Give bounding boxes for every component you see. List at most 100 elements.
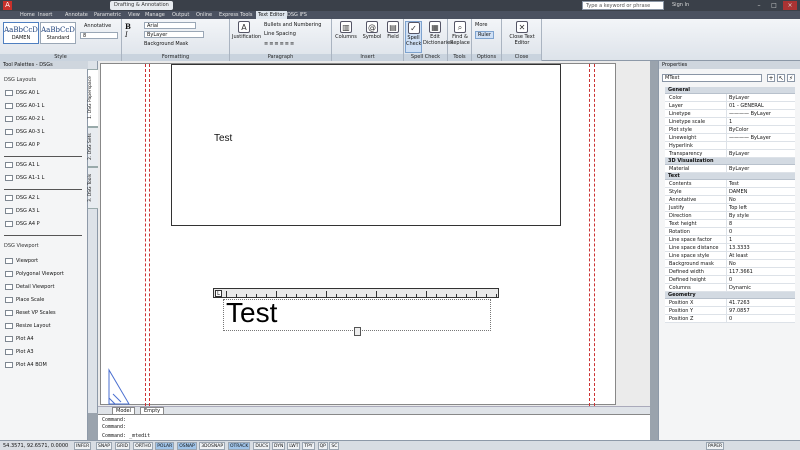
status-toggle-otrack[interactable]: OTRACK: [228, 442, 251, 450]
object-type-select[interactable]: MText: [662, 74, 762, 82]
field-button[interactable]: ▤ Field: [384, 21, 402, 53]
property-row[interactable]: Rotation 0: [665, 228, 795, 236]
palette-item[interactable]: Resize Layout: [5, 323, 51, 329]
resize-handle[interactable]: [354, 327, 361, 336]
menu-view[interactable]: View: [128, 11, 140, 19]
background-mask-button[interactable]: Background Mask: [144, 41, 188, 47]
tab-dsg-paperspace[interactable]: 1. DSG Paperspace: [88, 69, 98, 127]
palette-item[interactable]: DSG A0-1 L: [5, 103, 44, 109]
menu-online[interactable]: Online: [196, 11, 212, 19]
property-value[interactable]: 0: [727, 228, 795, 235]
property-row[interactable]: Layer 01 - GENERAL: [665, 102, 795, 110]
property-value[interactable]: DAMEN: [727, 188, 795, 195]
more-button[interactable]: More: [475, 22, 487, 28]
property-value[interactable]: 0: [727, 276, 795, 283]
color-select[interactable]: ByLayer: [144, 31, 204, 38]
status-toggle-lwt[interactable]: LWT: [287, 442, 301, 450]
symbol-button[interactable]: @ Symbol: [360, 21, 384, 53]
property-value[interactable]: No: [727, 196, 795, 203]
property-value[interactable]: ByColor: [727, 126, 795, 133]
line-spacing-button[interactable]: Line Spacing: [264, 31, 296, 37]
property-row[interactable]: Text height 8: [665, 220, 795, 228]
justification-button[interactable]: A Justification: [232, 21, 261, 53]
command-line[interactable]: Command: Command: Command: _mtedit: [98, 414, 650, 440]
palette-item[interactable]: Place Scale: [5, 297, 44, 303]
menu-text-editor[interactable]: Text Editor: [256, 11, 287, 19]
property-row[interactable]: Transparency ByLayer: [665, 150, 795, 158]
palette-item[interactable]: DSG A0-3 L: [5, 129, 44, 135]
property-value[interactable]: ByLayer: [727, 150, 795, 157]
italic-button[interactable]: I: [125, 31, 128, 39]
status-toggle-snap[interactable]: SNAP: [96, 442, 113, 450]
property-row[interactable]: Background mask No: [665, 260, 795, 268]
status-toggle-ducs[interactable]: DUCS: [253, 442, 271, 450]
status-toggle-osnap[interactable]: OSNAP: [177, 442, 197, 450]
menu-express-tools[interactable]: Express Tools: [219, 11, 252, 19]
mtext-content[interactable]: Test: [226, 296, 277, 330]
command-input[interactable]: Command: _mtedit: [102, 433, 150, 439]
menu-parametric[interactable]: Parametric: [94, 11, 121, 19]
palette-item[interactable]: Plot A4 BOM: [5, 362, 47, 368]
select-objects-icon[interactable]: ↖: [777, 74, 785, 82]
palette-item[interactable]: DSG A1-1 L: [5, 175, 44, 181]
property-row[interactable]: Lineweight ———— ByLayer: [665, 134, 795, 142]
property-row[interactable]: Plot style ByColor: [665, 126, 795, 134]
paper-model-toggle[interactable]: PAPER: [706, 442, 725, 450]
align-buttons[interactable]: ≡≡≡≡≡≡: [264, 41, 295, 47]
property-value[interactable]: By style: [727, 212, 795, 219]
property-value[interactable]: 1: [727, 118, 795, 125]
palette-item[interactable]: DSG A1 L: [5, 162, 39, 168]
drawing-area[interactable]: Test L Test: [98, 61, 650, 406]
status-toggle-3dosnap[interactable]: 3DOSNAP: [199, 442, 226, 450]
palette-item[interactable]: DSG A2 L: [5, 195, 39, 201]
status-toggle-grid[interactable]: GRID: [114, 442, 130, 450]
search-input[interactable]: Type a keyword or phrase: [582, 1, 664, 10]
property-row[interactable]: Style DAMEN: [665, 188, 795, 196]
status-toggle-ortho[interactable]: ORTHO: [133, 442, 154, 450]
property-value[interactable]: 97.0857: [727, 307, 795, 314]
status-toggle-polar[interactable]: POLAR: [155, 442, 175, 450]
property-row[interactable]: Material ByLayer: [665, 165, 795, 173]
property-section-general[interactable]: General: [665, 87, 795, 94]
palette-item[interactable]: Plot A4: [5, 336, 34, 342]
sign-in-link[interactable]: Sign In: [672, 1, 689, 10]
tab-dsg-sets[interactable]: 2. DSG Sets: [88, 127, 98, 167]
annotative-toggle[interactable]: Annotative: [84, 23, 111, 29]
status-toggle-qp[interactable]: QP: [317, 442, 328, 450]
minimize-icon[interactable]: –: [752, 1, 766, 10]
property-row[interactable]: Annotative No: [665, 196, 795, 204]
palette-item[interactable]: Plot A3: [5, 349, 34, 355]
property-value[interactable]: At least: [727, 252, 795, 259]
tab-dsg-tools[interactable]: 3. DSG Tools: [88, 167, 98, 209]
property-row[interactable]: Defined width 117.3661: [665, 268, 795, 276]
property-value[interactable]: Top left: [727, 204, 795, 211]
property-value[interactable]: 117.3661: [727, 268, 795, 275]
edit-dictionaries-button[interactable]: ▦ Edit Dictionaries: [423, 21, 453, 53]
menu-home[interactable]: Home: [20, 11, 35, 19]
status-toggle-sc[interactable]: SC: [329, 442, 340, 450]
quick-select-icon[interactable]: ⚡: [787, 74, 795, 82]
property-row[interactable]: Justify Top left: [665, 204, 795, 212]
property-row[interactable]: Position Y 97.0857: [665, 307, 795, 315]
property-section-text[interactable]: Text: [665, 173, 795, 180]
palette-item[interactable]: Detail Viewport: [5, 284, 54, 290]
workspace-title[interactable]: Drafting & Annotation: [110, 1, 173, 10]
menu-insert[interactable]: Insert: [38, 11, 52, 19]
property-value[interactable]: 13.3333: [727, 244, 795, 251]
palette-item[interactable]: DSG A0 P: [5, 142, 40, 148]
property-row[interactable]: Hyperlink: [665, 142, 795, 150]
property-row[interactable]: Line space style At least: [665, 252, 795, 260]
property-value[interactable]: ByLayer: [727, 94, 795, 101]
close-icon[interactable]: ×: [783, 1, 797, 10]
property-row[interactable]: Position Z0: [665, 315, 795, 323]
property-value[interactable]: 0: [727, 315, 795, 322]
property-value[interactable]: 1: [727, 236, 795, 243]
status-toggle-infer[interactable]: INFER: [74, 442, 92, 450]
palette-item[interactable]: Polygonal Viewport: [5, 271, 64, 277]
close-text-editor-button[interactable]: ✕ Close Text Editor: [503, 21, 541, 53]
mtext-edit-box[interactable]: Test: [223, 296, 491, 336]
status-toggle-dyn[interactable]: DYN: [272, 442, 286, 450]
property-row[interactable]: Direction By style: [665, 212, 795, 220]
property-row[interactable]: Position X 41.7263: [665, 299, 795, 307]
property-value[interactable]: ———— ByLayer: [727, 134, 795, 141]
